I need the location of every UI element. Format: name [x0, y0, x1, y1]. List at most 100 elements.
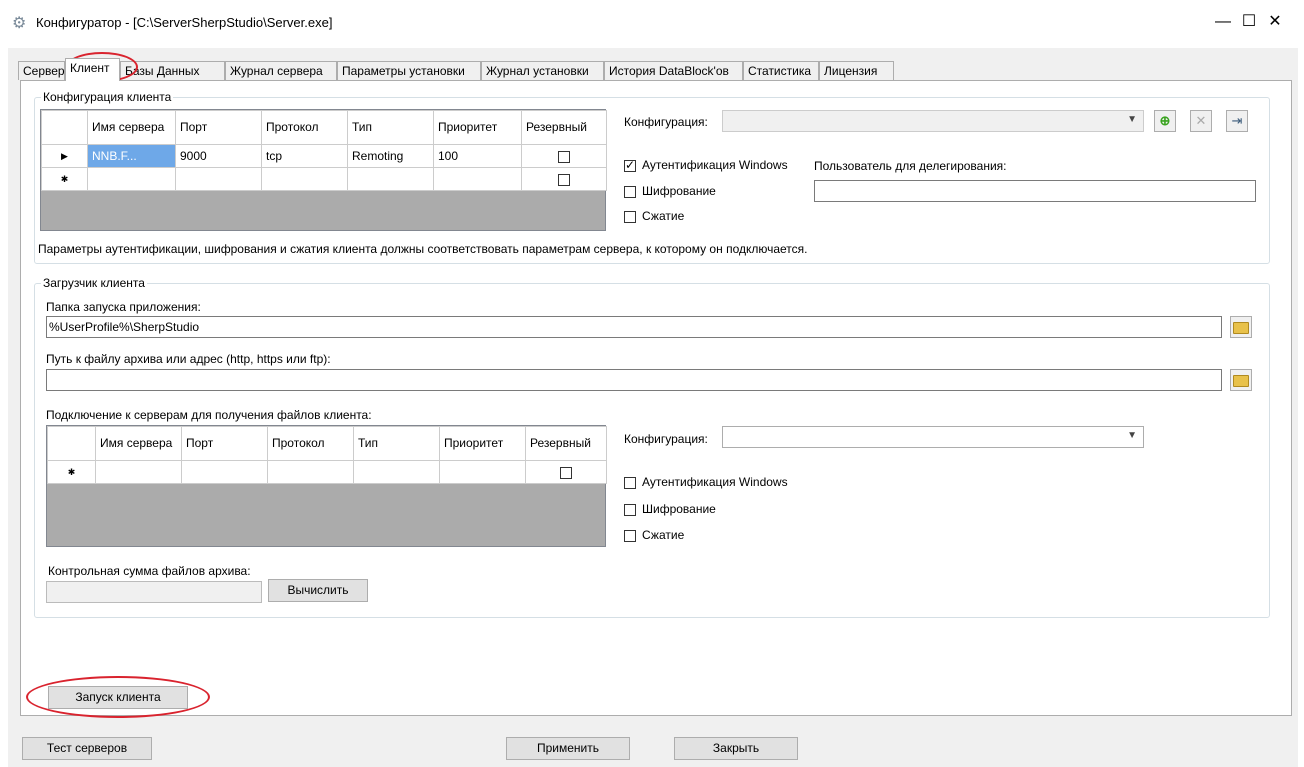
col-protocol[interactable]: Протокол [267, 426, 354, 461]
tab-datablock-history[interactable]: История DataBlock'ов [604, 61, 743, 80]
test-servers-button[interactable]: Тест серверов [22, 737, 152, 760]
delegation-user-input[interactable] [814, 180, 1256, 202]
cell-protocol[interactable] [261, 167, 348, 191]
loader-configuration-label: Конфигурация: [624, 432, 708, 446]
loader-encryption-label: Шифрование [642, 502, 716, 516]
apply-button[interactable]: Применить [506, 737, 630, 760]
col-protocol[interactable]: Протокол [261, 110, 348, 145]
col-server-name[interactable]: Имя сервера [87, 110, 176, 145]
client-loader-legend: Загрузчик клиента [43, 276, 145, 290]
row-header-corner [41, 110, 88, 145]
tab-server-log[interactable]: Журнал сервера [225, 61, 337, 80]
client-servers-grid[interactable]: Имя сервера Порт Протокол Тип Приоритет … [40, 109, 607, 231]
cell-reserve[interactable] [521, 167, 607, 191]
browse-archive-button[interactable] [1230, 369, 1252, 391]
cell-priority[interactable] [439, 460, 526, 484]
row-header-corner [47, 426, 96, 461]
col-port[interactable]: Порт [175, 110, 262, 145]
cell-port[interactable] [181, 460, 268, 484]
export-icon: ⇥ [1231, 113, 1243, 128]
annotation-ring-launch [26, 676, 210, 718]
cell-port[interactable] [175, 167, 262, 191]
title-bar: ⚙ Конфигуратор - [C:\ServerSherpStudio\S… [0, 0, 1304, 48]
col-priority[interactable]: Приоритет [439, 426, 526, 461]
cell-type[interactable] [353, 460, 440, 484]
new-row-selector[interactable]: ✱ [47, 460, 96, 484]
cell-server-name[interactable]: NNB.F... [87, 144, 176, 168]
auth-windows-option[interactable]: Аутентификация Windows [624, 158, 788, 172]
archive-path-input[interactable] [46, 369, 1222, 391]
add-configuration-button[interactable]: ⊕ [1154, 110, 1176, 132]
loader-configuration-combo[interactable]: ▼ [722, 426, 1144, 448]
tab-client[interactable]: Клиент [65, 58, 120, 81]
tab-server[interactable]: Сервер [18, 61, 65, 80]
col-port[interactable]: Порт [181, 426, 268, 461]
browse-launch-folder-button[interactable] [1230, 316, 1252, 338]
tab-install-params[interactable]: Параметры установки [337, 61, 481, 80]
cell-reserve[interactable] [521, 144, 607, 168]
loader-auth-windows-option[interactable]: Аутентификация Windows [624, 475, 788, 489]
col-type[interactable]: Тип [347, 110, 434, 145]
close-dialog-button[interactable]: Закрыть [674, 737, 798, 760]
launch-folder-label: Папка запуска приложения: [46, 300, 201, 314]
cell-protocol[interactable] [267, 460, 354, 484]
col-priority[interactable]: Приоритет [433, 110, 522, 145]
compression-option[interactable]: Сжатие [624, 209, 684, 223]
compression-label: Сжатие [642, 209, 685, 223]
plus-icon: ⊕ [1159, 113, 1171, 128]
cell-priority[interactable] [433, 167, 522, 191]
col-reserve[interactable]: Резервный [521, 110, 607, 145]
checksum-label: Контрольная сумма файлов архива: [48, 564, 251, 578]
cell-reserve[interactable] [525, 460, 607, 484]
tab-license[interactable]: Лицензия [819, 61, 894, 80]
window-title: Конфигуратор - [C:\ServerSherpStudio\Ser… [36, 15, 333, 30]
table-row[interactable]: ▶ NNB.F... 9000 tcp Remoting 100 [41, 144, 607, 168]
tab-statistics[interactable]: Статистика [743, 61, 819, 80]
loader-servers-grid[interactable]: Имя сервера Порт Протокол Тип Приоритет … [46, 425, 607, 547]
folder-icon [1233, 375, 1249, 387]
table-row-new[interactable]: ✱ [47, 460, 607, 484]
export-configuration-button[interactable]: ⇥ [1226, 110, 1248, 132]
delegation-user-label: Пользователь для делегирования: [814, 159, 1007, 173]
cell-server-name[interactable] [87, 167, 176, 191]
tab-install-log[interactable]: Журнал установки [481, 61, 604, 80]
grid-header-row: Имя сервера Порт Протокол Тип Приоритет … [47, 426, 607, 461]
configuration-combo[interactable]: ▼ [722, 110, 1144, 132]
checksum-input [46, 581, 262, 603]
encryption-option[interactable]: Шифрование [624, 184, 716, 198]
table-row-new[interactable]: ✱ [41, 167, 607, 191]
col-server-name[interactable]: Имя сервера [95, 426, 182, 461]
cell-protocol[interactable]: tcp [261, 144, 348, 168]
folder-icon [1233, 322, 1249, 334]
reserve-checkbox[interactable] [558, 173, 570, 186]
delete-configuration-button[interactable]: ✕ [1190, 110, 1212, 132]
reserve-checkbox[interactable] [558, 150, 570, 163]
cell-type[interactable]: Remoting [347, 144, 434, 168]
reserve-checkbox[interactable] [560, 466, 572, 479]
cell-server-name[interactable] [95, 460, 182, 484]
loader-encryption-checkbox[interactable] [624, 503, 636, 516]
loader-auth-windows-label: Аутентификация Windows [642, 475, 788, 489]
close-button[interactable]: ✕ [1260, 10, 1290, 34]
loader-compression-checkbox[interactable] [624, 529, 636, 542]
compute-checksum-button[interactable]: Вычислить [268, 579, 368, 602]
col-reserve[interactable]: Резервный [525, 426, 607, 461]
encryption-label: Шифрование [642, 184, 716, 198]
new-row-selector[interactable]: ✱ [41, 167, 88, 191]
launch-folder-input[interactable]: %UserProfile%\SherpStudio [46, 316, 1222, 338]
row-selector[interactable]: ▶ [41, 144, 88, 168]
cell-port[interactable]: 9000 [175, 144, 262, 168]
col-type[interactable]: Тип [353, 426, 440, 461]
chevron-down-icon: ▼ [1127, 430, 1137, 441]
compression-checkbox[interactable] [624, 210, 636, 223]
cell-priority[interactable]: 100 [433, 144, 522, 168]
auth-windows-label: Аутентификация Windows [642, 158, 788, 172]
loader-encryption-option[interactable]: Шифрование [624, 502, 716, 516]
configuration-label: Конфигурация: [624, 115, 708, 129]
loader-compression-option[interactable]: Сжатие [624, 528, 684, 542]
cell-type[interactable] [347, 167, 434, 191]
loader-servers-label: Подключение к серверам для получения фай… [46, 408, 372, 422]
auth-windows-checkbox[interactable] [624, 158, 636, 172]
loader-auth-windows-checkbox[interactable] [624, 476, 636, 489]
encryption-checkbox[interactable] [624, 185, 636, 198]
